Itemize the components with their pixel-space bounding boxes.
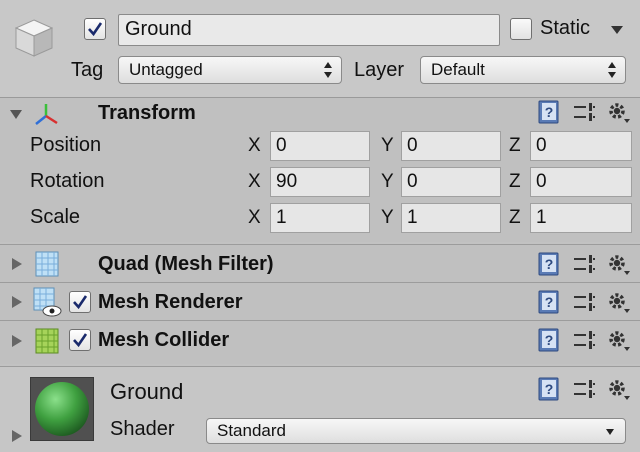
material-sphere-icon (35, 382, 89, 436)
settings-gear-icon[interactable] (607, 100, 631, 124)
scale-y-label: Y (381, 207, 394, 228)
svg-text:?: ? (545, 104, 554, 120)
scale-x-field[interactable]: 1 (270, 203, 370, 233)
rotation-z-field[interactable]: 0 (530, 167, 632, 197)
shader-dropdown-value: Standard (217, 421, 286, 440)
help-book-icon[interactable]: ? (537, 100, 561, 124)
position-label: Position (30, 134, 102, 156)
updown-arrows-icon (324, 62, 332, 78)
settings-gear-icon[interactable] (607, 290, 631, 314)
static-label: Static (540, 17, 591, 39)
tag-label: Tag (71, 59, 104, 81)
layer-label: Layer (354, 59, 405, 81)
settings-gear-icon[interactable] (607, 328, 631, 352)
preset-sliders-icon[interactable] (572, 100, 596, 124)
foldout-arrow-icon[interactable] (10, 295, 24, 309)
foldout-arrow-icon[interactable] (10, 334, 24, 348)
foldout-arrow-icon[interactable] (9, 107, 23, 121)
position-y-label: Y (381, 135, 394, 156)
transform-title: Transform (98, 102, 196, 124)
settings-gear-icon[interactable] (607, 252, 631, 276)
position-z-field[interactable]: 0 (530, 131, 632, 161)
checkmark-icon (73, 295, 88, 310)
rotation-label: Rotation (30, 170, 105, 192)
transform-component: Transform ? Position X 0 Y 0 Z 0 Rotatio… (0, 98, 640, 242)
foldout-arrow-icon[interactable] (10, 429, 24, 443)
static-dropdown-arrow-icon[interactable] (610, 25, 624, 35)
chevron-down-icon (606, 429, 614, 435)
svg-text:?: ? (545, 332, 554, 348)
foldout-arrow-icon[interactable] (10, 257, 24, 271)
rotation-y-field[interactable]: 0 (401, 167, 501, 197)
mesh-filter-icon (35, 251, 59, 277)
checkmark-icon (88, 22, 103, 37)
updown-arrows-icon (608, 62, 616, 78)
mesh-filter-title: Quad (Mesh Filter) (98, 253, 274, 275)
cube-icon (14, 19, 54, 57)
material-name: Ground (110, 379, 184, 404)
help-book-icon[interactable]: ? (537, 290, 561, 314)
gameobject-header: Ground Static Tag Untagged Layer Default (0, 0, 640, 98)
scale-y-field[interactable]: 1 (401, 203, 501, 233)
help-book-icon[interactable]: ? (537, 377, 561, 401)
shader-label: Shader (110, 418, 175, 440)
mesh-renderer-title: Mesh Renderer (98, 291, 243, 313)
scale-x-label: X (248, 207, 261, 228)
rotation-x-field[interactable]: 90 (270, 167, 370, 197)
mesh-collider-component[interactable]: Mesh Collider ? (0, 320, 640, 364)
help-book-icon[interactable]: ? (537, 328, 561, 352)
transform-axes-icon (35, 104, 58, 125)
rotation-x-label: X (248, 171, 261, 192)
layer-dropdown[interactable]: Default (420, 56, 626, 84)
svg-text:?: ? (545, 381, 554, 397)
mesh-collider-icon (35, 328, 59, 354)
material-section: Ground Shader Standard ? (0, 366, 640, 452)
static-checkbox[interactable] (510, 18, 532, 40)
active-checkbox[interactable] (84, 18, 106, 40)
layer-dropdown-value: Default (431, 60, 485, 79)
position-y-field[interactable]: 0 (401, 131, 501, 161)
position-x-label: X (248, 135, 261, 156)
position-x-field[interactable]: 0 (270, 131, 370, 161)
tag-dropdown[interactable]: Untagged (118, 56, 342, 84)
mesh-renderer-component[interactable]: Mesh Renderer ? (0, 282, 640, 320)
preset-sliders-icon[interactable] (572, 252, 596, 276)
rotation-z-label: Z (509, 171, 521, 192)
shader-dropdown[interactable]: Standard (206, 418, 626, 444)
name-field[interactable]: Ground (118, 14, 500, 46)
preset-sliders-icon[interactable] (572, 377, 596, 401)
rotation-y-label: Y (381, 171, 394, 192)
checkmark-icon (73, 333, 88, 348)
scale-z-label: Z (509, 207, 521, 228)
svg-text:?: ? (545, 294, 554, 310)
scale-label: Scale (30, 206, 81, 228)
preset-sliders-icon[interactable] (572, 328, 596, 352)
settings-gear-icon[interactable] (607, 377, 631, 401)
tag-dropdown-value: Untagged (129, 60, 203, 79)
scale-z-field[interactable]: 1 (530, 203, 632, 233)
mesh-collider-title: Mesh Collider (98, 329, 230, 351)
help-book-icon[interactable]: ? (537, 252, 561, 276)
position-z-label: Z (509, 135, 521, 156)
mesh-renderer-enabled-checkbox[interactable] (69, 291, 91, 313)
material-preview[interactable] (30, 377, 94, 441)
svg-text:?: ? (545, 256, 554, 272)
preset-sliders-icon[interactable] (572, 290, 596, 314)
mesh-filter-component[interactable]: Quad (Mesh Filter) ? (0, 244, 640, 282)
mesh-collider-enabled-checkbox[interactable] (69, 329, 91, 351)
mesh-renderer-icon (33, 287, 62, 317)
